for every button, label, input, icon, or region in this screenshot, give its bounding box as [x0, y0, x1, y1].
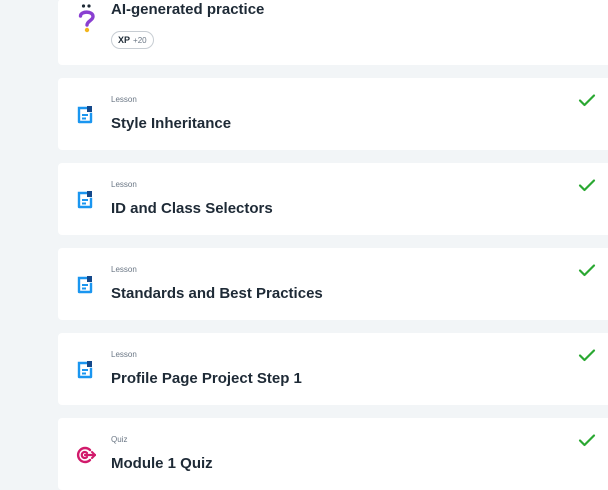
item-title: Profile Page Project Step 1 [111, 370, 302, 387]
lesson-icon [77, 191, 93, 209]
item-title: Style Inheritance [111, 115, 232, 132]
xp-badge-label: XP [118, 35, 131, 45]
lesson-icon [77, 361, 93, 379]
lesson-icon [77, 106, 93, 124]
item-title: Module 1 Quiz [111, 455, 213, 472]
lesson-card[interactable]: Lesson Style Inheritance [58, 78, 608, 150]
lesson-card[interactable]: Lesson Profile Page Project Step 1 [58, 333, 608, 405]
item-type-label: Lesson [111, 265, 137, 274]
ai-practice-card[interactable]: AI-generated practice XP +20 [58, 0, 608, 65]
item-title: ID and Class Selectors [111, 200, 273, 217]
completed-check-icon [578, 434, 596, 447]
completed-check-icon [578, 264, 596, 277]
completed-check-icon [578, 349, 596, 362]
xp-badge: XP +20 [111, 31, 154, 49]
lesson-icon [77, 276, 93, 294]
item-title: Standards and Best Practices [111, 285, 323, 302]
quiz-card[interactable]: Quiz Module 1 Quiz [58, 418, 608, 490]
lesson-card[interactable]: Lesson Standards and Best Practices [58, 248, 608, 320]
completed-check-icon [578, 94, 596, 107]
course-item-list: AI-generated practice XP +20 Lesson Styl… [58, 0, 608, 490]
item-type-label: Lesson [111, 180, 137, 189]
lesson-card[interactable]: Lesson ID and Class Selectors [58, 163, 608, 235]
item-type-label: Quiz [111, 435, 128, 444]
item-type-label: Lesson [111, 350, 137, 359]
question-icon [78, 4, 95, 33]
completed-check-icon [578, 179, 596, 192]
target-icon [76, 446, 96, 464]
xp-badge-value: +20 [133, 35, 147, 45]
practice-title: AI-generated practice [111, 1, 265, 18]
item-type-label: Lesson [111, 95, 137, 104]
